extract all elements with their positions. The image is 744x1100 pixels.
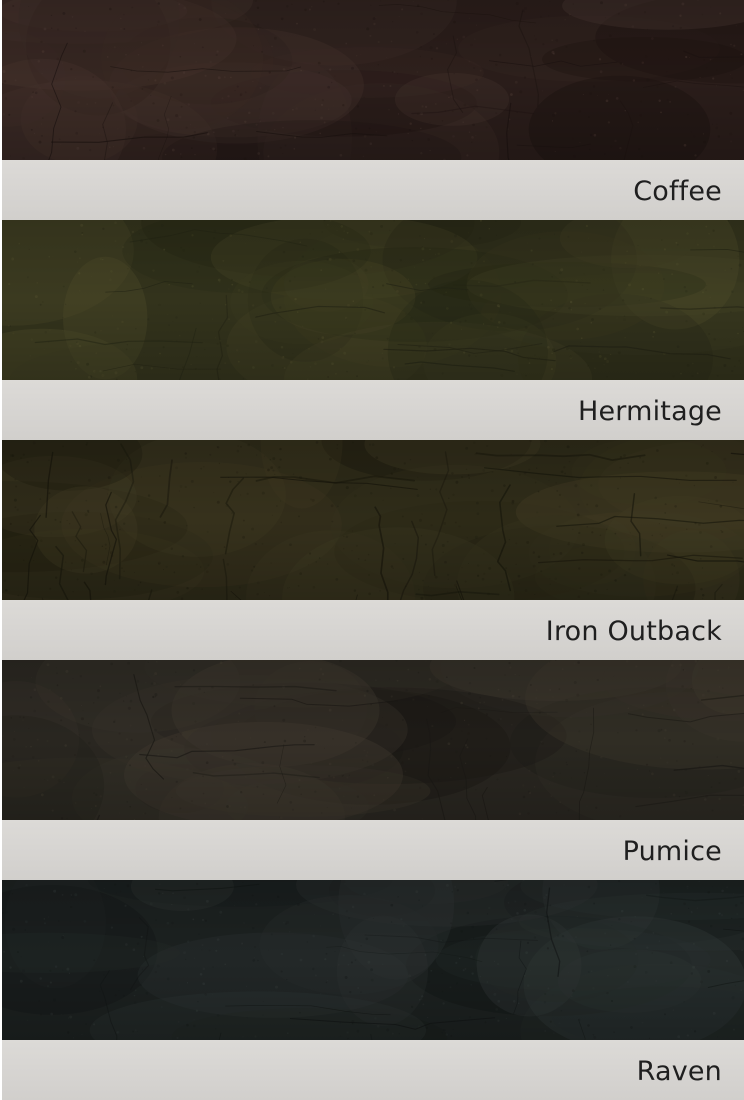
leather-texture (2, 440, 744, 600)
swatch-label-bar: Pumice (2, 820, 744, 880)
swatch-name-label: Raven (636, 1055, 722, 1087)
swatch-name-label: Iron Outback (545, 615, 722, 647)
swatch-name-label: Pumice (622, 835, 722, 867)
swatch-name-label: Coffee (633, 175, 722, 207)
swatch-iron-outback[interactable]: Iron Outback (2, 440, 744, 660)
swatch-raven[interactable]: Raven (2, 880, 744, 1100)
swatch-hermitage[interactable]: Hermitage (2, 220, 744, 440)
leather-texture (2, 0, 744, 160)
leather-pumice-swatch-icon (2, 660, 744, 820)
leather-texture (2, 220, 744, 380)
swatch-name-label: Hermitage (577, 395, 722, 427)
swatch-label-bar: Iron Outback (2, 600, 744, 660)
swatch-label-bar: Hermitage (2, 380, 744, 440)
swatch-label-bar: Coffee (2, 160, 744, 220)
leather-texture (2, 880, 744, 1040)
swatch-pumice[interactable]: Pumice (2, 660, 744, 880)
leather-hermitage-swatch-icon (2, 220, 744, 380)
leather-iron-outback-swatch-icon (2, 440, 744, 600)
leather-raven-swatch-icon (2, 880, 744, 1040)
leather-swatch-list: Coffee Hermitage Iron Outback Pumice Rav… (2, 0, 744, 1100)
leather-coffee-swatch-icon (2, 0, 744, 160)
swatch-coffee[interactable]: Coffee (2, 0, 744, 220)
swatch-label-bar: Raven (2, 1040, 744, 1100)
leather-texture (2, 660, 744, 820)
